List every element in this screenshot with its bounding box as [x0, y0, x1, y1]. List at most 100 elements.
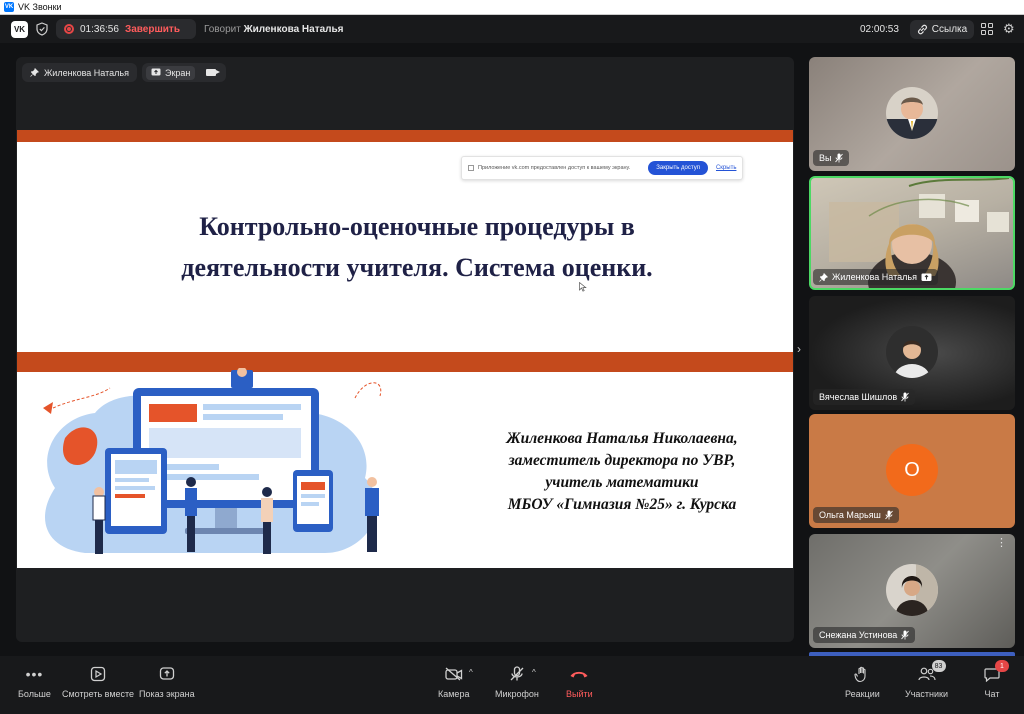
- os-window-titlebar: VK VK Звонки: [0, 0, 1024, 15]
- source-switch[interactable]: Экран: [142, 63, 226, 82]
- participants-label: Участники: [905, 689, 948, 699]
- participant-label: Ольга Марьяш: [813, 507, 899, 523]
- screen-source-label: Экран: [165, 67, 191, 78]
- link-label: Ссылка: [931, 24, 968, 35]
- avatar: [886, 564, 938, 616]
- participants-button[interactable]: 83 Участники: [905, 660, 948, 699]
- chevron-right-icon[interactable]: ›: [797, 342, 801, 356]
- recording-time: 01:36:56: [80, 23, 119, 35]
- more-button[interactable]: ••• Больше: [18, 664, 51, 699]
- more-options-icon[interactable]: ⋮: [996, 538, 1007, 549]
- reactions-label: Реакции: [845, 689, 880, 699]
- participant-name: Снежана Устинова: [819, 630, 898, 640]
- camera-label: Камера: [438, 689, 470, 699]
- participant-name: Вы: [819, 153, 832, 163]
- avatar: [886, 87, 938, 139]
- mic-off-icon: [506, 664, 528, 684]
- camera-options-caret-icon[interactable]: ^: [469, 668, 473, 677]
- participants-count-badge: 83: [931, 660, 946, 672]
- people-icon: 83: [916, 660, 946, 684]
- layout-grid-icon[interactable]: [981, 23, 993, 35]
- vk-logo-icon[interactable]: VK: [11, 21, 28, 38]
- hand-icon: [851, 664, 873, 684]
- speaking-name: Жиленкова Наталья: [243, 24, 344, 35]
- call-header: VK 01:36:56 Завершить Говорит Жиленкова …: [0, 15, 1024, 43]
- participant-label: Жиленкова Наталья: [813, 269, 938, 285]
- recording-pill[interactable]: 01:36:56 Завершить: [56, 19, 196, 39]
- computer-illustration: [43, 368, 382, 554]
- participant-name: Ольга Марьяш: [819, 510, 881, 520]
- speaking-prefix: Говорит: [204, 24, 241, 35]
- shield-icon[interactable]: [36, 22, 48, 36]
- participant-tile[interactable]: Вячеслав Шишлов: [809, 296, 1015, 410]
- banner-text: Приложение vk.com предоставлен доступ к …: [478, 165, 631, 171]
- play-icon: [87, 664, 109, 684]
- pin-icon: [819, 272, 828, 282]
- more-dots-icon: •••: [25, 666, 44, 682]
- hide-banner-link[interactable]: Скрыть: [716, 165, 736, 171]
- slide-title-line-2: деятельности учителя. Система оценки.: [181, 253, 653, 282]
- chat-button[interactable]: 1 Чат: [981, 660, 1009, 699]
- slide-title-line-1: Контрольно-оценочные процедуры в: [199, 212, 635, 241]
- avatar: О: [886, 444, 938, 496]
- participant-tile-active-speaker[interactable]: Жиленкова Наталья: [809, 176, 1015, 290]
- reactions-button[interactable]: Реакции: [845, 664, 880, 699]
- screen-share-icon: [921, 273, 932, 281]
- microphone-label: Микрофон: [495, 689, 539, 699]
- chat-label: Чат: [984, 689, 1000, 699]
- chat-icon: 1: [981, 660, 1009, 684]
- gear-icon[interactable]: ⚙: [1003, 22, 1017, 36]
- participant-name: Вячеслав Шишлов: [819, 392, 898, 402]
- chat-unread-badge: 1: [995, 660, 1009, 672]
- screen-share-label: Показ экрана: [139, 689, 195, 699]
- mic-off-icon: [901, 392, 909, 402]
- more-label: Больше: [18, 689, 51, 699]
- mic-off-icon: [884, 510, 893, 520]
- screen-source-button[interactable]: Экран: [146, 65, 196, 80]
- watch-together-button[interactable]: Смотреть вместе: [62, 664, 134, 699]
- participant-label: Снежана Устинова: [813, 627, 916, 643]
- author-subject: учитель математики: [545, 474, 699, 491]
- leave-label: Выйти: [566, 689, 593, 699]
- participant-tile[interactable]: О Ольга Марьяш: [809, 414, 1015, 528]
- mouse-cursor-icon: [579, 282, 587, 292]
- pinned-speaker-name: Жиленкова Наталья: [44, 67, 129, 78]
- camera-off-icon: [443, 664, 465, 684]
- shared-screen-slide: Приложение vk.com предоставлен доступ к …: [17, 130, 793, 568]
- author-position: заместитель директора по УВР,: [508, 452, 736, 469]
- copy-link-button[interactable]: Ссылка: [910, 20, 974, 39]
- pin-icon: [30, 68, 39, 77]
- leave-call-button[interactable]: Выйти: [566, 664, 593, 699]
- participant-tile[interactable]: ⋮ Снежана Устинова: [809, 534, 1015, 648]
- avatar: [886, 326, 938, 378]
- hang-up-icon: [568, 664, 590, 684]
- banner-icon: [468, 165, 474, 171]
- close-access-button[interactable]: Закрыть доступ: [648, 161, 708, 175]
- active-speaker: Говорит Жиленкова Наталья: [204, 24, 344, 35]
- slide-author-block: Жиленкова Наталья Николаевна, заместител…: [457, 428, 787, 516]
- watch-together-label: Смотреть вместе: [62, 689, 135, 699]
- participant-tile-self[interactable]: Вы: [809, 57, 1015, 171]
- screen-share-button[interactable]: Показ экрана: [139, 664, 195, 699]
- participant-label: Вы: [813, 150, 850, 166]
- screen-share-icon: [151, 68, 161, 76]
- microphone-options-caret-icon[interactable]: ^: [532, 668, 536, 677]
- vk-app-icon: VK: [4, 2, 14, 12]
- link-icon: [917, 24, 927, 35]
- call-duration: 02:00:53: [860, 24, 899, 35]
- record-icon: [64, 24, 74, 34]
- participant-name: Жиленкова Наталья: [832, 272, 917, 282]
- camera-button[interactable]: Камера: [438, 664, 469, 699]
- pinned-speaker-pill[interactable]: Жиленкова Наталья: [22, 63, 137, 82]
- camera-source-icon[interactable]: [206, 69, 221, 76]
- screen-share-banner: Приложение vk.com предоставлен доступ к …: [461, 156, 743, 180]
- participant-label: Вячеслав Шишлов: [813, 389, 916, 405]
- slide-title: Контрольно-оценочные процедуры в деятель…: [137, 206, 697, 288]
- end-recording-button[interactable]: Завершить: [125, 24, 180, 35]
- slide-top-bar: [17, 130, 793, 142]
- window-title: VK Звонки: [18, 2, 62, 12]
- screen-share-icon: [156, 664, 178, 684]
- call-toolbar: ••• Больше Смотреть вместе Показ экрана …: [0, 656, 1024, 714]
- author-name: Жиленкова Наталья Николаевна,: [506, 430, 738, 447]
- mic-off-icon: [901, 630, 910, 640]
